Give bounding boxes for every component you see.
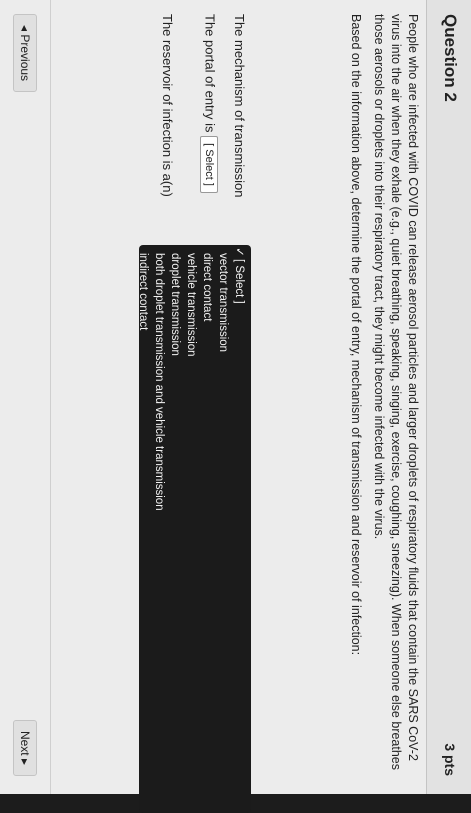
mechanism-dropdown-menu: ✓[ Select ] vector transmission direct c… [137, 245, 251, 813]
mechanism-row: The mechanism of transmission [232, 14, 247, 198]
footer-divider [50, 0, 51, 794]
question-paragraph-1: People who are infected with COVID can r… [372, 14, 420, 771]
question-title: Question 2 [441, 14, 460, 102]
points-label: 3 pts [442, 743, 458, 776]
next-button[interactable]: Next ▸ [13, 719, 37, 776]
dropdown-option[interactable]: indirect contact [135, 245, 151, 813]
dropdown-option[interactable]: ✓[ Select ] [231, 245, 247, 813]
portal-row: The portal of entry is [ Select ] [200, 14, 218, 193]
mechanism-label: The mechanism of transmission [232, 14, 247, 198]
dropdown-option[interactable]: vehicle transmission [183, 245, 199, 813]
dropdown-option[interactable]: direct contact [199, 245, 215, 813]
previous-button[interactable]: ◂ Previous [13, 14, 37, 93]
check-icon: ✓ [233, 247, 245, 257]
dropdown-option[interactable]: both droplet transmission and vehicle tr… [151, 245, 167, 813]
reservoir-label: The reservoir of infection is a(n) [160, 14, 175, 197]
question-paragraph-2: Based on the information above, determin… [349, 14, 363, 656]
portal-label: The portal of entry is [202, 14, 218, 133]
dropdown-option[interactable]: vector transmission [215, 245, 231, 813]
question-body: People who are infected with COVID can r… [341, 14, 421, 774]
reservoir-row: The reservoir of infection is a(n) [160, 14, 175, 197]
question-header: Question 2 3 pts [426, 0, 471, 794]
portal-select[interactable]: [ Select ] [200, 136, 218, 193]
quiz-page: Question 2 3 pts People who are infected… [0, 0, 471, 813]
dropdown-option[interactable]: droplet transmission [167, 245, 183, 813]
